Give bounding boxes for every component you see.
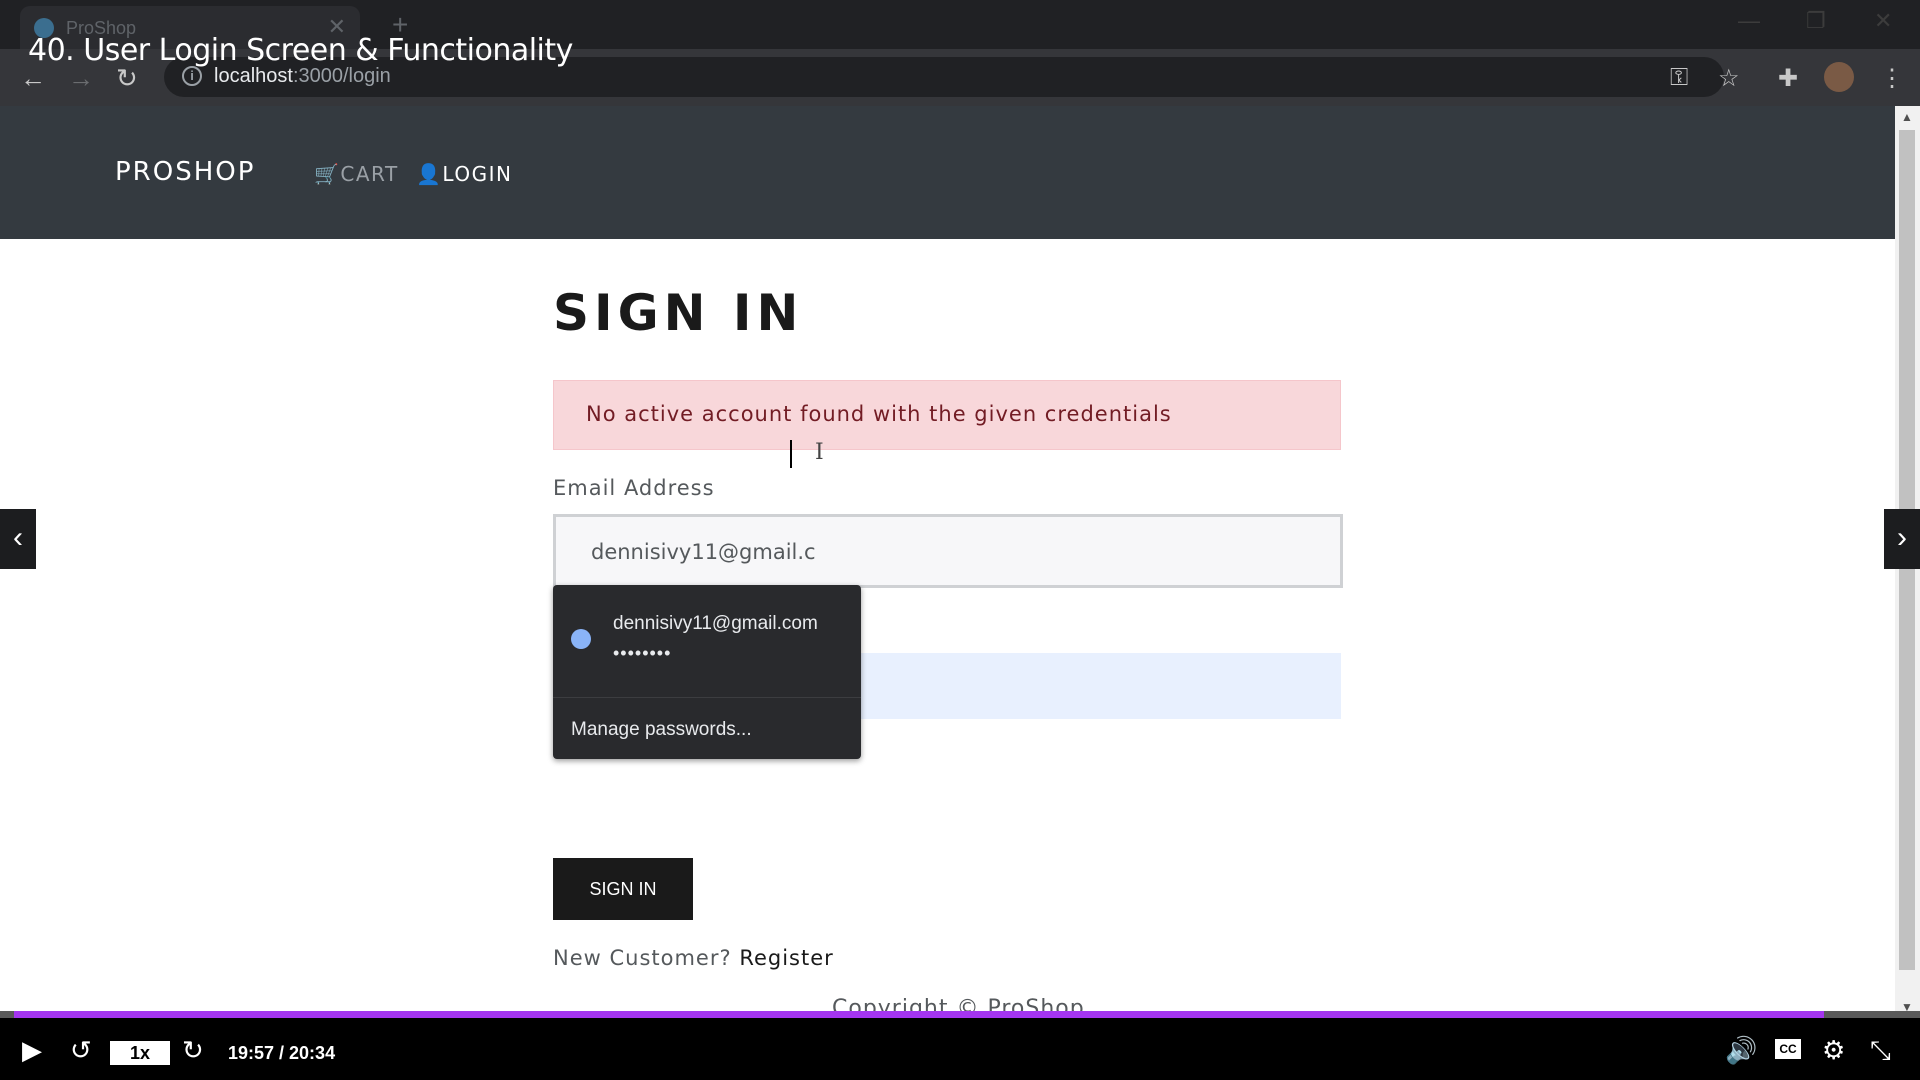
video-time: 19:57 / 20:34 (228, 1043, 336, 1063)
password-autofill-popup: dennisivy11@gmail.com •••••••• Manage pa… (553, 585, 861, 759)
new-customer-text: New Customer? Register (553, 946, 834, 970)
video-controls: ▶ ↺ 1x ↻ 19:57 / 20:34 🔊 CC ⚙ ⤡ (0, 1018, 1920, 1080)
settings-gear-icon[interactable]: ⚙ (1822, 1035, 1845, 1066)
new-customer-label: New Customer? (553, 946, 732, 970)
register-link[interactable]: Register (739, 946, 833, 970)
autofill-password-mask: •••••••• (613, 643, 672, 663)
bookmark-star-icon[interactable]: ☆ (1718, 64, 1740, 93)
profile-avatar[interactable] (1824, 62, 1854, 92)
page-title: SIGN IN (553, 284, 804, 342)
autofill-divider (553, 697, 861, 698)
cart-icon: 🛒 (314, 162, 341, 186)
forward-skip-icon[interactable]: ↻ (182, 1035, 204, 1066)
web-page: PROSHOP 🛒CART 👤LOGIN SIGN IN No active a… (0, 106, 1895, 1018)
email-value: dennisivy11@gmail.c (591, 540, 816, 564)
key-icon[interactable]: ⚿ (1670, 64, 1688, 92)
url-path: :3000/login (292, 65, 391, 87)
user-icon: 👤 (416, 162, 443, 186)
captions-icon[interactable]: CC (1775, 1039, 1801, 1059)
email-field[interactable]: dennisivy11@gmail.c (553, 514, 1343, 588)
video-title: 40. User Login Screen & Functionality (28, 33, 573, 68)
video-progress-fill (14, 1011, 1824, 1018)
scroll-up-icon[interactable]: ▲ (1901, 110, 1913, 124)
text-caret (790, 440, 792, 468)
url-text: localhost:3000/login (214, 65, 391, 88)
playback-speed-button[interactable]: 1x (110, 1041, 170, 1065)
exit-fullscreen-icon[interactable]: ⤡ (1870, 1035, 1891, 1067)
sign-in-button[interactable]: SIGN IN (553, 858, 693, 920)
nav-cart-link[interactable]: 🛒CART (314, 162, 399, 186)
previous-lecture-arrow-icon[interactable]: ‹ (0, 509, 36, 569)
url-host: localhost (214, 65, 293, 87)
site-navbar: PROSHOP 🛒CART 👤LOGIN (0, 106, 1895, 239)
play-icon[interactable]: ▶ (22, 1035, 42, 1066)
site-info-icon[interactable]: i (182, 66, 202, 86)
ibeam-cursor-icon: I (815, 440, 824, 465)
window-close-icon[interactable]: ✕ (1874, 8, 1892, 34)
nav-login-label: LOGIN (442, 162, 513, 186)
error-alert: No active account found with the given c… (553, 380, 1341, 450)
brand-logo[interactable]: PROSHOP (115, 157, 255, 187)
rewind-icon[interactable]: ↺ (70, 1035, 92, 1066)
minimize-icon[interactable]: — (1738, 8, 1760, 34)
email-label: Email Address (553, 476, 715, 500)
alert-message: No active account found with the given c… (586, 402, 1172, 426)
autofill-email: dennisivy11@gmail.com (613, 613, 818, 634)
extensions-icon[interactable]: ✚ (1778, 64, 1798, 93)
volume-icon[interactable]: 🔊 (1725, 1035, 1757, 1066)
saved-password-icon (571, 629, 591, 649)
manage-passwords-link[interactable]: Manage passwords... (571, 719, 752, 741)
nav-cart-label: CART (340, 162, 399, 186)
restore-icon[interactable]: ❐ (1806, 8, 1826, 34)
next-lecture-arrow-icon[interactable]: › (1884, 509, 1920, 569)
nav-login-link[interactable]: 👤LOGIN (416, 162, 512, 186)
menu-icon[interactable]: ⋮ (1880, 64, 1904, 93)
